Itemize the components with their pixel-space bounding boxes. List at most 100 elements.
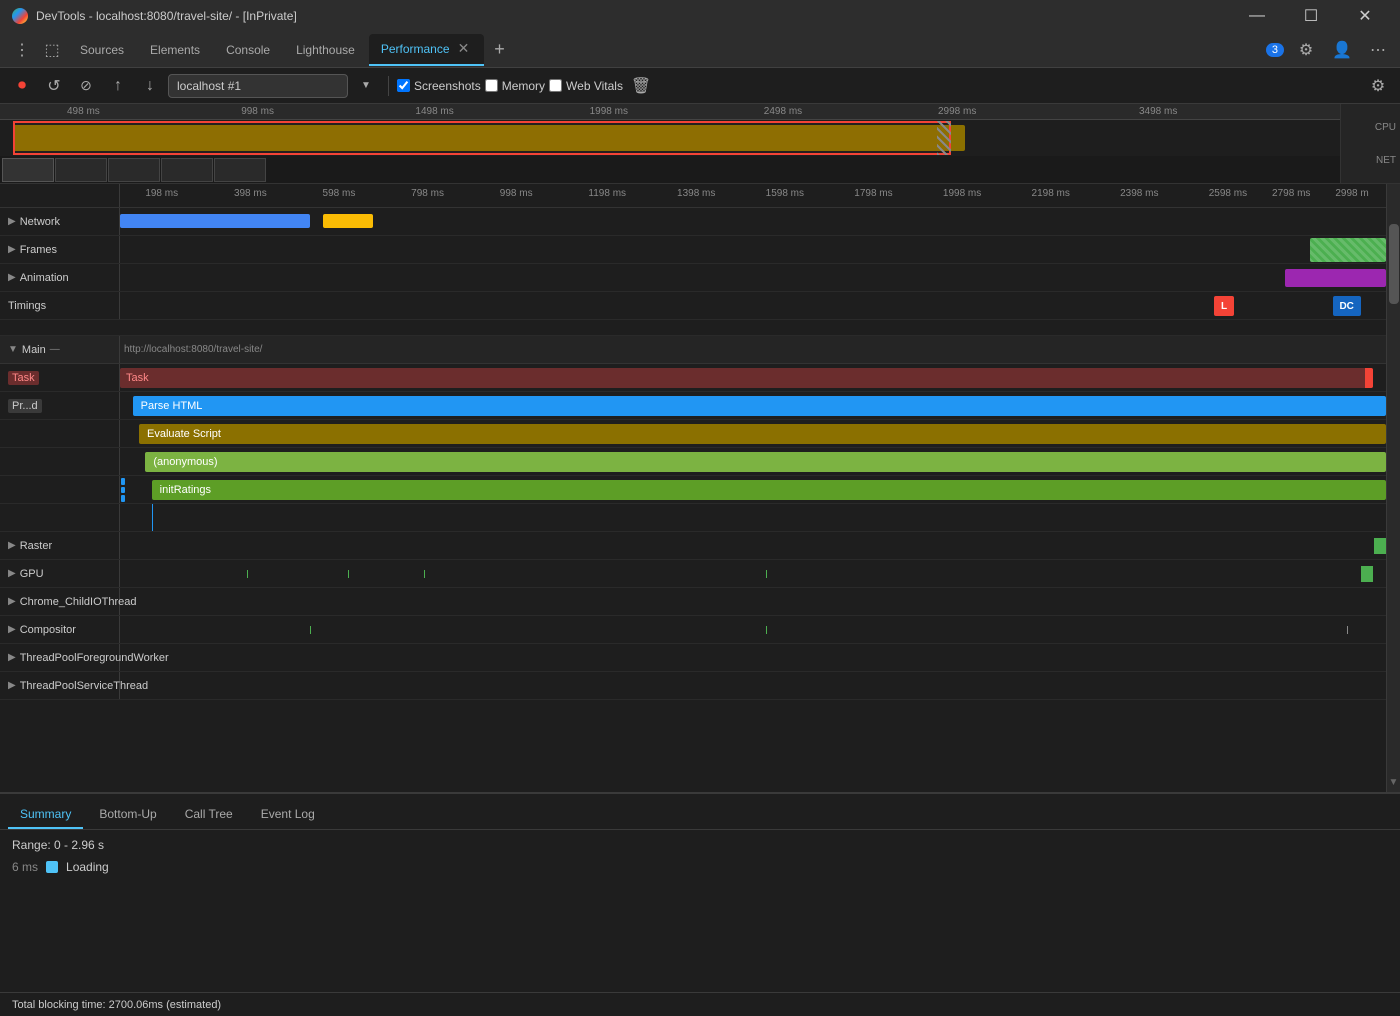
overview-cpu-row (0, 120, 1340, 156)
animation-track-content (120, 264, 1386, 291)
devtools-menu-button[interactable]: ⋮ (8, 36, 36, 64)
frames-track-label[interactable]: ▶ Frames (0, 236, 120, 263)
bottom-tabs: Summary Bottom-Up Call Tree Event Log (0, 794, 1400, 830)
clear-button[interactable]: ⊘ (72, 72, 100, 100)
screenshot-thumb-3 (108, 158, 160, 182)
url-input[interactable] (168, 74, 348, 98)
minimize-button[interactable]: — (1234, 0, 1280, 32)
raster-indicator (1374, 538, 1386, 554)
loading-swatch (46, 861, 58, 873)
tick-2998: 2998 m (1335, 188, 1368, 199)
child-io-track-content (120, 588, 1386, 615)
scroll-down-icon[interactable]: ▼ (1389, 777, 1399, 788)
timeline-scrollbar[interactable]: ▼ (1386, 184, 1400, 792)
screenshot-thumb-4 (161, 158, 213, 182)
memory-checkbox-label[interactable]: Memory (485, 79, 545, 93)
user-icon[interactable]: 👤 (1328, 36, 1356, 64)
animation-track-row: ▶ Animation (0, 264, 1386, 292)
threadpool-svc-track-content (120, 672, 1386, 699)
web-vitals-checkbox[interactable] (549, 79, 562, 92)
dock-button[interactable]: ⬚ (38, 36, 66, 64)
reload-record-button[interactable]: ↺ (40, 72, 68, 100)
app-icon (12, 8, 28, 24)
frames-expand-icon: ▶ (8, 244, 16, 255)
tab-call-tree[interactable]: Call Tree (173, 801, 245, 829)
compositor-track-label[interactable]: ▶ Compositor (0, 616, 120, 643)
range-text: Range: 0 - 2.96 s (12, 838, 1388, 852)
overview-tick-3: 1498 ms (415, 106, 453, 117)
tick-1398: 1398 ms (677, 188, 715, 199)
tab-bottom-up[interactable]: Bottom-Up (87, 801, 168, 829)
eval-script-bar-label: Evaluate Script (147, 428, 221, 440)
tab-console[interactable]: Console (214, 34, 282, 66)
network-track-label[interactable]: ▶ Network (0, 208, 120, 235)
raster-track-label[interactable]: ▶ Raster (0, 532, 120, 559)
main-section-header: ▼ Main — http://localhost:8080/travel-si… (0, 336, 1386, 364)
tick-1798: 1798 ms (854, 188, 892, 199)
main-area: 498 ms 998 ms 1498 ms 1998 ms 2498 ms 29… (0, 104, 1400, 1016)
main-expand-icon: ▼ (8, 344, 18, 355)
animation-track-label[interactable]: ▶ Animation (0, 264, 120, 291)
network-bar-1 (120, 214, 310, 228)
child-io-track-label[interactable]: ▶ Chrome_ChildIOThread (0, 588, 120, 615)
blocking-time-text: Total blocking time: 2700.06ms (estimate… (12, 999, 221, 1011)
timings-track-content: L DC (120, 292, 1386, 319)
eval-script-bar: Evaluate Script (139, 424, 1386, 444)
threadpool-svc-track-label[interactable]: ▶ ThreadPoolServiceThread (0, 672, 120, 699)
gpu-track-label[interactable]: ▶ GPU (0, 560, 120, 587)
web-vitals-label: Web Vitals (566, 79, 623, 93)
maximize-button[interactable]: ☐ (1288, 0, 1334, 32)
gpu-track-content (120, 560, 1386, 587)
overview-ruler: 498 ms 998 ms 1498 ms 1998 ms 2498 ms 29… (0, 104, 1340, 120)
tab-performance-close[interactable]: ✕ (456, 41, 472, 57)
overview-hatch (937, 121, 951, 155)
statusbar: Total blocking time: 2700.06ms (estimate… (0, 992, 1400, 1016)
child-io-label-text: Chrome_ChildIOThread (20, 596, 137, 608)
overview-canvas[interactable]: 498 ms 998 ms 1498 ms 1998 ms 2498 ms 29… (0, 104, 1340, 183)
performance-settings-icon[interactable]: ⚙ (1364, 72, 1392, 100)
settings-icon[interactable]: ⚙ (1292, 36, 1320, 64)
screenshots-checkbox[interactable] (397, 79, 410, 92)
extra-flame-row-1 (0, 504, 1386, 532)
tab-elements-label: Elements (150, 43, 200, 57)
download-button[interactable]: ↓ (136, 72, 164, 100)
tick-2598: 2598 ms (1209, 188, 1247, 199)
tab-console-label: Console (226, 43, 270, 57)
scrollbar-thumb[interactable] (1389, 224, 1399, 304)
web-vitals-checkbox-label[interactable]: Web Vitals (549, 79, 623, 93)
close-button[interactable]: ✕ (1342, 0, 1388, 32)
tab-sources[interactable]: Sources (68, 34, 136, 66)
comp-dot-1 (310, 626, 311, 634)
notification-badge: 3 (1266, 43, 1284, 57)
main-track-label[interactable]: ▼ Main — (0, 336, 120, 363)
tab-event-log[interactable]: Event Log (249, 801, 327, 829)
comp-dot-3 (1347, 626, 1348, 634)
bottom-content: Range: 0 - 2.96 s 6 ms Loading (0, 830, 1400, 992)
tab-lighthouse[interactable]: Lighthouse (284, 34, 367, 66)
ruler-ticks: 198 ms 398 ms 598 ms 798 ms 998 ms 1198 … (120, 184, 1386, 207)
tab-add-button[interactable]: + (486, 36, 514, 64)
upload-button[interactable]: ↑ (104, 72, 132, 100)
trash-button[interactable]: 🗑 (627, 72, 655, 100)
memory-checkbox[interactable] (485, 79, 498, 92)
tab-summary[interactable]: Summary (8, 801, 83, 829)
titlebar-controls: — ☐ ✕ (1234, 0, 1388, 32)
overview-tick-1: 498 ms (67, 106, 100, 117)
tab-lighthouse-label: Lighthouse (296, 43, 355, 57)
tab-performance[interactable]: Performance ✕ (369, 34, 484, 66)
record-button[interactable]: ⏺ (8, 72, 36, 100)
tick-598: 598 ms (323, 188, 356, 199)
timings-track-row: Timings L DC (0, 292, 1386, 320)
tracks-container: 198 ms 398 ms 598 ms 798 ms 998 ms 1198 … (0, 184, 1386, 792)
threadpool-fg-track-label[interactable]: ▶ ThreadPoolForegroundWorker (0, 644, 120, 671)
net-label: NET (1345, 155, 1396, 166)
more-options-icon[interactable]: ⋯ (1364, 36, 1392, 64)
raster-track-content (120, 532, 1386, 559)
extra-content-1 (120, 504, 1386, 531)
tab-elements[interactable]: Elements (138, 34, 212, 66)
init-ratings-row: initRatings (0, 476, 1386, 504)
url-dropdown-icon[interactable]: ▼ (352, 72, 380, 100)
screenshots-checkbox-label[interactable]: Screenshots (397, 79, 481, 93)
task-red-end (1365, 368, 1373, 388)
tab-right-actions: 3 ⚙ 👤 ⋯ (1266, 36, 1392, 64)
